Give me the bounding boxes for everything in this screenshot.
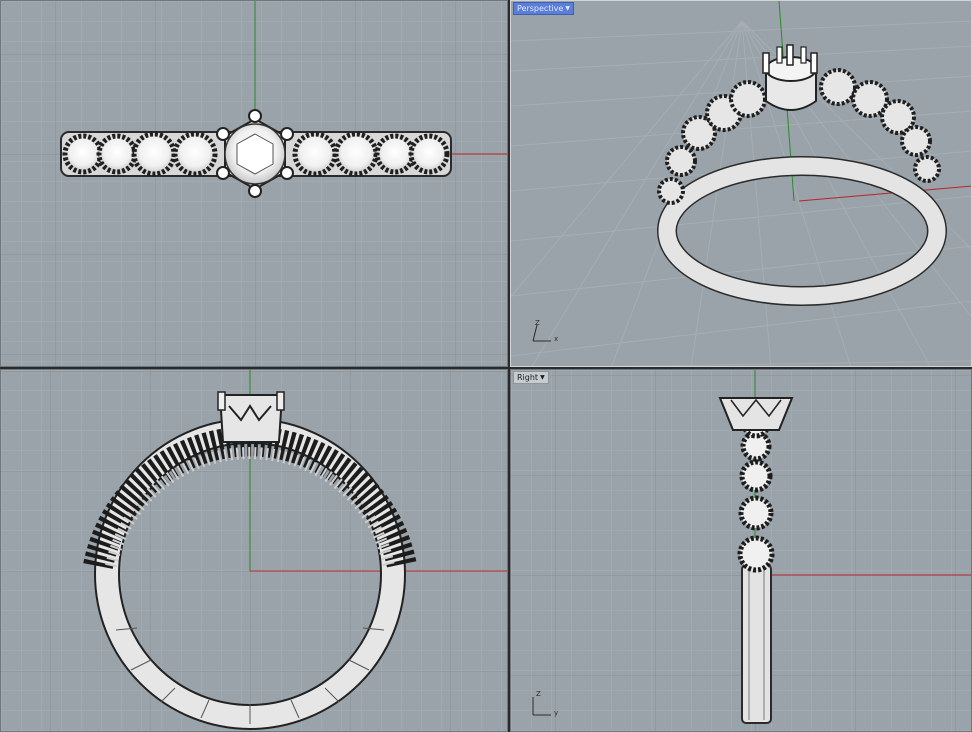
center-stone-right	[718, 397, 794, 431]
viewport-right-tab-label: Right	[517, 373, 539, 382]
viewport-right-tab[interactable]: Right ▼	[513, 371, 549, 384]
right-y-label: y	[554, 709, 559, 717]
viewport-top-canvas[interactable]	[1, 1, 508, 367]
viewport-perspective-tab-label: Perspective	[517, 4, 564, 13]
viewport-perspective-canvas[interactable]	[511, 1, 972, 367]
perspective-z-label: Z	[535, 319, 540, 327]
right-z-label: Z	[536, 690, 541, 698]
viewport-right[interactable]: Right ▼ Z y	[510, 369, 972, 732]
center-stone-front	[217, 391, 285, 443]
viewport-right-canvas[interactable]	[511, 370, 972, 732]
ring-shank-right	[741, 564, 772, 724]
viewport-perspective-tab[interactable]: Perspective ▼	[513, 2, 574, 15]
viewport-perspective[interactable]: Perspective ▼ Z x	[510, 0, 972, 367]
viewport-front[interactable]	[0, 369, 508, 732]
chevron-down-icon[interactable]: ▼	[540, 372, 545, 383]
chevron-down-icon[interactable]: ▼	[565, 3, 570, 14]
perspective-x-label: x	[554, 335, 559, 343]
viewport-front-canvas[interactable]	[1, 370, 508, 732]
viewport-top[interactable]	[0, 0, 508, 367]
